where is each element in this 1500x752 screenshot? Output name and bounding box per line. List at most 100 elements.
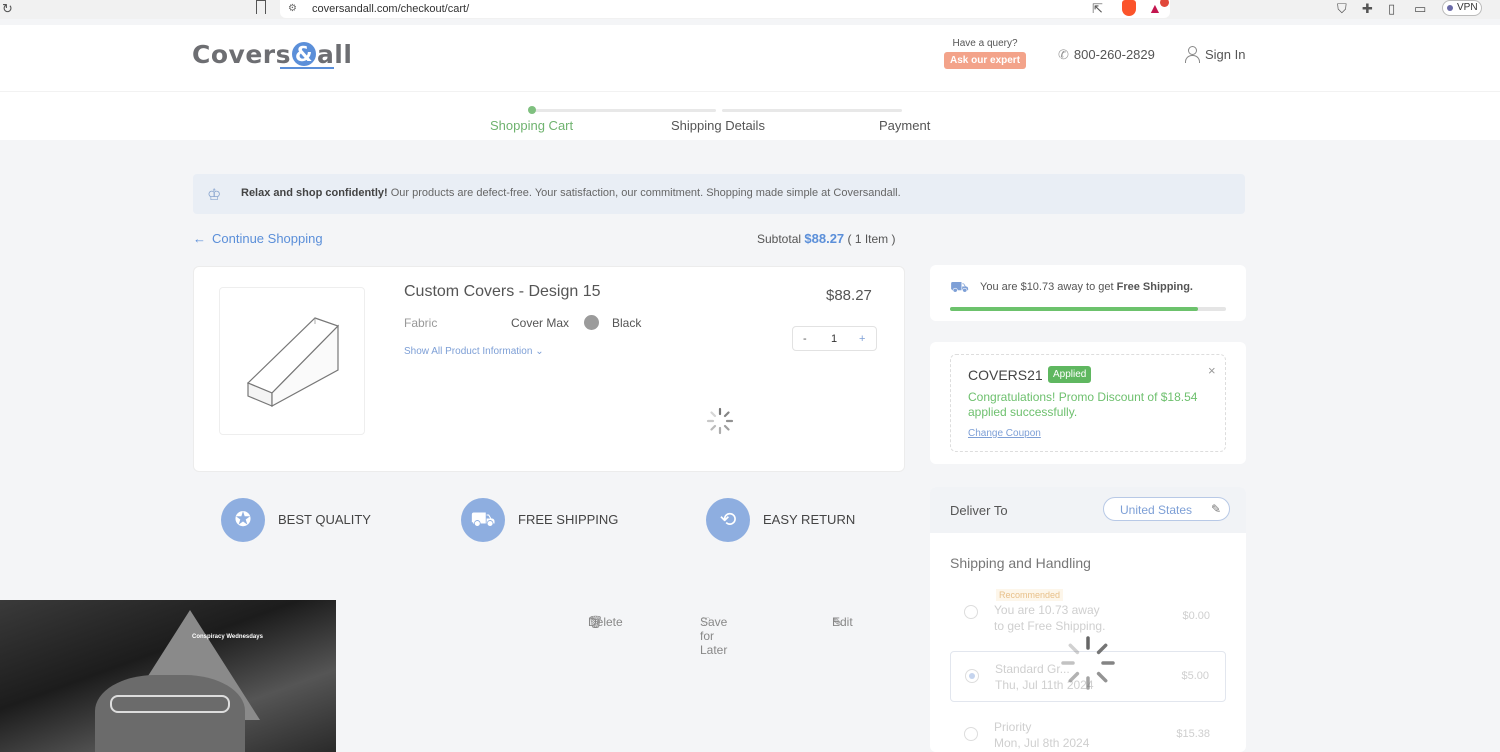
step-track-2 xyxy=(722,109,902,112)
show-all-info-toggle[interactable]: Show All Product Information ⌄ xyxy=(404,346,544,357)
banner-text: Relax and shop confidently! Our products… xyxy=(241,187,901,199)
fabric-label: Fabric xyxy=(404,316,438,330)
ask-expert-button[interactable]: Ask our expert xyxy=(944,52,1027,69)
pencil-icon: ✎ xyxy=(1210,502,1221,516)
change-coupon-link[interactable]: Change Coupon xyxy=(968,428,1041,439)
phone-link[interactable]: ✆ 800-260-2829 xyxy=(1058,47,1155,63)
fabric-value: Cover Max xyxy=(511,316,570,330)
current-step-dot xyxy=(528,106,536,114)
cart-subtotal: Subtotal $88.27 ( 1 Item ) xyxy=(757,231,896,246)
progress-bar-fill xyxy=(950,307,1199,311)
sign-in-label: Sign In xyxy=(1205,47,1246,62)
delivery-card: Deliver To United States ✎ Shipping and H… xyxy=(930,487,1246,752)
continue-shopping-link[interactable]: ← Continue Shopping xyxy=(193,231,323,246)
close-icon[interactable]: × xyxy=(1208,363,1216,378)
save-later-label: Save for Later xyxy=(700,615,728,657)
address-bar[interactable]: ⚙ coversandall.com/checkout/cart/ ⇱ ▲ xyxy=(280,0,1170,18)
step-shipping-details[interactable]: Shipping Details xyxy=(671,118,765,133)
arrow-left-icon: ← xyxy=(193,231,206,246)
ask-expert[interactable]: Have a query? Ask our expert xyxy=(944,38,1027,69)
applied-badge: Applied xyxy=(1048,366,1092,383)
phone-number: 800-260-2829 xyxy=(1073,47,1155,62)
video-figure-glasses xyxy=(110,695,230,713)
logo-underline xyxy=(280,67,334,69)
option-line2: to get Free Shipping. xyxy=(994,619,1106,633)
shipping-radio[interactable] xyxy=(964,605,978,619)
wallet-icon[interactable]: ▭ xyxy=(1414,1,1426,17)
edit-label: Edit xyxy=(832,615,853,629)
recommended-badge: Recommended xyxy=(996,589,1064,601)
promo-message: Congratulations! Promo Discount of $18.5… xyxy=(968,390,1198,419)
color-swatch xyxy=(584,315,599,330)
vpn-button[interactable]: VPN xyxy=(1442,0,1482,16)
site-header: Covers & all Have a query? Ask our expert … xyxy=(0,25,1500,91)
feature-label: FREE SHIPPING xyxy=(518,512,619,527)
cover-box-icon xyxy=(246,317,340,408)
quantity-stepper: - 1 + xyxy=(792,326,877,351)
item-count: ( 1 Item ) xyxy=(847,232,896,246)
share-icon[interactable]: ⇱ xyxy=(1092,1,1103,17)
shipping-option-priority[interactable]: Priority Mon, Jul 8th 2024 $15.38 xyxy=(950,717,1226,752)
delete-label: Delete xyxy=(588,615,623,629)
logo-ampersand: & xyxy=(291,42,316,66)
show-all-label: Show All Product Information xyxy=(404,346,533,357)
checkout-steps: Shopping Cart Shipping Details Payment xyxy=(0,91,1500,140)
country-selector[interactable]: United States ✎ xyxy=(1103,497,1230,521)
country-name: United States xyxy=(1120,503,1193,517)
step-payment[interactable]: Payment xyxy=(879,118,930,133)
url-text[interactable]: coversandall.com/checkout/cart/ xyxy=(312,3,469,15)
banner-body-text: Our products are defect-free. Your satis… xyxy=(387,187,901,199)
step-track-1 xyxy=(532,109,716,112)
logo-text-part1: Covers xyxy=(192,40,291,69)
qty-value[interactable]: 1 xyxy=(831,333,837,345)
shipping-handling-title: Shipping and Handling xyxy=(950,555,1091,571)
video-caption: Conspiracy Wednesdays xyxy=(192,634,263,640)
shipping-radio[interactable] xyxy=(964,727,978,741)
progress-bar xyxy=(950,307,1226,311)
shipping-radio-selected[interactable] xyxy=(965,669,979,683)
webcam-overlay: Conspiracy Wednesdays xyxy=(0,600,336,752)
qty-increase-button[interactable]: + xyxy=(859,333,865,345)
user-icon xyxy=(1184,46,1200,63)
coupon-code: COVERS21 xyxy=(968,367,1043,383)
coupon-card: COVERS21 Applied × Congratulations! Prom… xyxy=(930,342,1246,464)
coupon-box: COVERS21 Applied × Congratulations! Prom… xyxy=(950,354,1226,452)
award-icon: ✪ xyxy=(221,498,265,542)
product-name[interactable]: Custom Covers - Design 15 xyxy=(404,283,601,301)
subtotal-amount: $88.27 xyxy=(804,231,845,246)
trust-banner: ♔ Relax and shop confidently! Our produc… xyxy=(193,174,1245,214)
delivery-truck-icon: ⛟ xyxy=(950,279,969,296)
bookmark-icon[interactable] xyxy=(256,0,266,14)
loading-spinner-icon xyxy=(1061,636,1115,690)
notification-badge xyxy=(1160,0,1169,7)
sidebar-icon[interactable]: ▯ xyxy=(1388,1,1395,17)
option-price: $0.00 xyxy=(1182,610,1210,622)
chevron-down-icon: ⌄ xyxy=(535,346,544,357)
banner-bold-text: Relax and shop confidently! xyxy=(241,187,388,199)
product-thumbnail[interactable] xyxy=(219,287,365,435)
sign-in-link[interactable]: Sign In xyxy=(1184,46,1246,63)
option-price: $5.00 xyxy=(1181,670,1209,682)
step-shopping-cart[interactable]: Shopping Cart xyxy=(490,118,573,133)
shield-icon[interactable]: ⛉ xyxy=(1337,1,1347,17)
option-line1: Priority xyxy=(994,720,1032,734)
color-name: Black xyxy=(612,316,642,330)
crown-icon: ♔ xyxy=(207,187,222,204)
extensions-icon[interactable]: ✚ xyxy=(1362,1,1373,17)
cart-item: Custom Covers - Design 15 $88.27 Fabric … xyxy=(193,266,905,657)
site-logo[interactable]: Covers & all xyxy=(192,40,352,69)
free-shipping-text-bold: Free Shipping. xyxy=(1116,281,1193,293)
site-settings-icon[interactable]: ⚙ xyxy=(288,3,297,14)
deliver-to-label: Deliver To xyxy=(950,503,1008,518)
browser-toolbar: ↻ ⚙ coversandall.com/checkout/cart/ ⇱ ▲ … xyxy=(0,0,1500,19)
reload-icon[interactable]: ↻ xyxy=(2,1,13,17)
option-line1: Standard Gr... xyxy=(995,662,1070,676)
shipping-option-free[interactable]: Recommended You are 10.73 away to get Fr… xyxy=(950,589,1226,639)
return-box-icon: ⟲ xyxy=(706,498,750,542)
product-price: $88.27 xyxy=(826,287,872,304)
qty-decrease-button[interactable]: - xyxy=(803,333,807,345)
free-shipping-progress: ⛟ You are $10.73 away to get Free Shippi… xyxy=(930,265,1246,321)
brave-shields-icon[interactable] xyxy=(1122,0,1136,16)
free-shipping-text: You are $10.73 away to get Free Shipping… xyxy=(980,281,1193,293)
deliver-to-header: Deliver To United States ✎ xyxy=(930,487,1246,533)
